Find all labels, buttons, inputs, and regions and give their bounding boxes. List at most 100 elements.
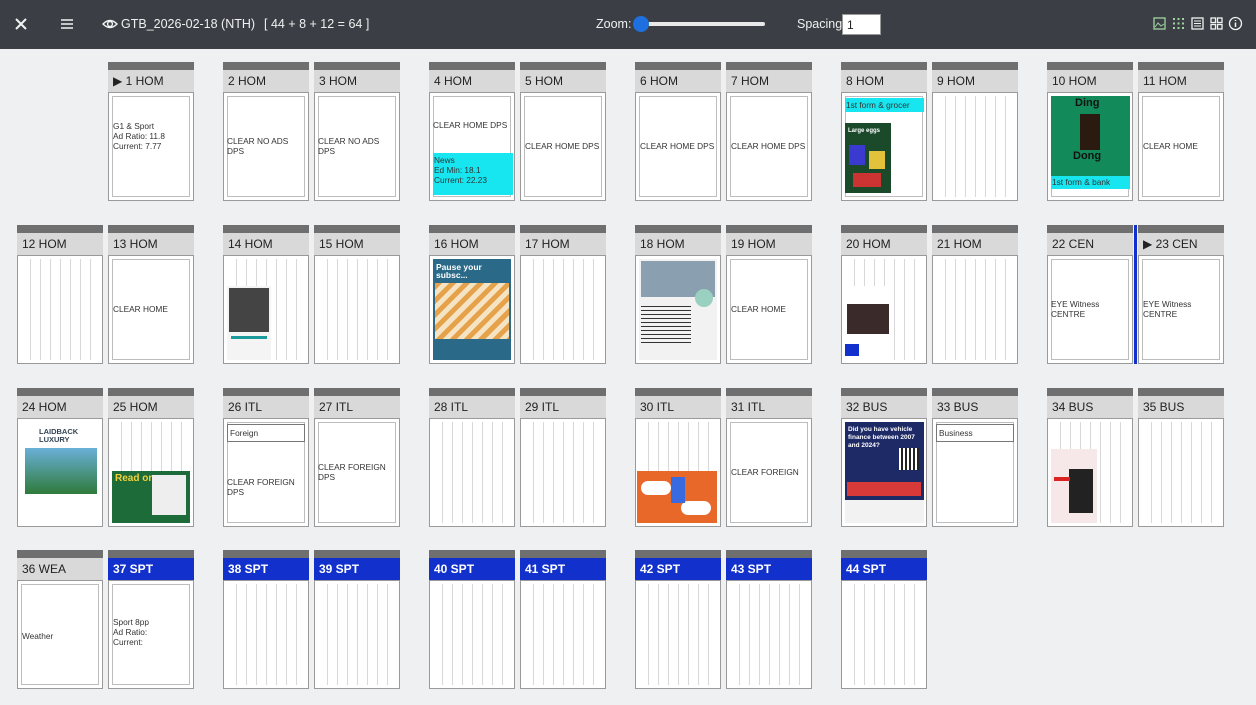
- page-thumbnail[interactable]: CLEAR FOREIGN: [726, 418, 812, 527]
- page-thumbnail[interactable]: Weather: [17, 580, 103, 689]
- page-label[interactable]: 4 HOM: [429, 70, 515, 92]
- page-cell[interactable]: 22 CEN EYE Witness CENTRE: [1047, 225, 1133, 364]
- page-label[interactable]: 14 HOM: [223, 233, 309, 255]
- page-thumbnail[interactable]: 1st form & grocer Large eggs: [841, 92, 927, 201]
- page-label[interactable]: 3 HOM: [314, 70, 400, 92]
- page-thumbnail[interactable]: [726, 580, 812, 689]
- ad-pause-subscription[interactable]: Pause your subsc......rint or whenever y…: [433, 259, 511, 360]
- page-thumbnail[interactable]: [932, 255, 1018, 364]
- zoom-slider-thumb[interactable]: [633, 16, 649, 32]
- page-thumbnail[interactable]: [17, 255, 103, 364]
- page-cell[interactable]: 2 HOM CLEAR NO ADS DPS: [223, 62, 309, 201]
- page-thumbnail[interactable]: CLEAR HOME DPS: [520, 92, 606, 201]
- page-cell[interactable]: 17 HOM: [520, 225, 606, 364]
- page-thumbnail[interactable]: [314, 255, 400, 364]
- page-thumbnail[interactable]: [520, 255, 606, 364]
- page-label[interactable]: 19 HOM: [726, 233, 812, 255]
- page-label[interactable]: 35 BUS: [1138, 396, 1224, 418]
- page-label[interactable]: 7 HOM: [726, 70, 812, 92]
- page-thumbnail[interactable]: Foreign CLEAR FOREIGN DPS: [223, 418, 309, 527]
- page-thumbnail[interactable]: Sport 8pp Ad Ratio: Current:: [108, 580, 194, 689]
- page-thumbnail[interactable]: [932, 92, 1018, 201]
- page-label[interactable]: 10 HOM: [1047, 70, 1133, 92]
- page-thumbnail[interactable]: [223, 580, 309, 689]
- page-label[interactable]: 26 ITL: [223, 396, 309, 418]
- page-label[interactable]: 8 HOM: [841, 70, 927, 92]
- page-cell[interactable]: 35 BUS: [1138, 388, 1224, 527]
- page-thumbnail[interactable]: Read on: [108, 418, 194, 527]
- page-cell[interactable]: 21 HOM: [932, 225, 1018, 364]
- page-label[interactable]: 15 HOM: [314, 233, 400, 255]
- page-cell[interactable]: 15 HOM: [314, 225, 400, 364]
- page-cell[interactable]: 11 HOM CLEAR HOME: [1138, 62, 1224, 201]
- ad-vehicle-finance[interactable]: Did you have vehicle finance between 200…: [845, 422, 924, 523]
- page-thumbnail[interactable]: EYE Witness CENTRE: [1138, 255, 1224, 364]
- page-label[interactable]: 24 HOM: [17, 396, 103, 418]
- page-cell[interactable]: 36 WEA Weather: [17, 550, 103, 689]
- page-label[interactable]: 37 SPT: [108, 558, 194, 580]
- page-thumbnail[interactable]: [1138, 418, 1224, 527]
- eye-icon[interactable]: [102, 17, 118, 31]
- page-thumbnail[interactable]: CLEAR HOME DPS: [726, 92, 812, 201]
- page-label[interactable]: 36 WEA: [17, 558, 103, 580]
- ad-laidback-luxury[interactable]: LAIDBACK LUXURY: [21, 422, 100, 523]
- page-label[interactable]: 22 CEN: [1047, 233, 1133, 255]
- page-label[interactable]: 44 SPT: [841, 558, 927, 580]
- page-cell[interactable]: 19 HOM CLEAR HOME: [726, 225, 812, 364]
- grid-dots-icon[interactable]: [1171, 16, 1186, 31]
- page-thumbnail[interactable]: [314, 580, 400, 689]
- page-label[interactable]: 17 HOM: [520, 233, 606, 255]
- page-cell[interactable]: 32 BUS Did you have vehicle finance betwe…: [841, 388, 927, 527]
- page-cell[interactable]: 24 HOM LAIDBACK LUXURY: [17, 388, 103, 527]
- page-thumbnail[interactable]: CLEAR HOME DPS News Ed Min: 18.1 Current:…: [429, 92, 515, 201]
- page-thumbnail[interactable]: [223, 255, 309, 364]
- ad-poster[interactable]: [1051, 449, 1097, 523]
- page-thumbnail[interactable]: CLEAR HOME: [726, 255, 812, 364]
- page-thumbnail[interactable]: G1 & Sport Ad Ratio: 11.8 Current: 7.77: [108, 92, 194, 201]
- page-thumbnail[interactable]: Pause your subsc......rint or whenever y…: [429, 255, 515, 364]
- page-cell[interactable]: 9 HOM: [932, 62, 1018, 201]
- page-label[interactable]: 43 SPT: [726, 558, 812, 580]
- page-label[interactable]: ▶ 1 HOM: [108, 70, 194, 92]
- ad-grocer[interactable]: Large eggs: [845, 123, 891, 193]
- page-thumbnail[interactable]: [429, 418, 515, 527]
- page-thumbnail[interactable]: CLEAR HOME: [1138, 92, 1224, 201]
- page-thumbnail[interactable]: [1047, 418, 1133, 527]
- page-thumbnail[interactable]: Did you have vehicle finance between 200…: [841, 418, 927, 527]
- page-thumbnail[interactable]: CLEAR HOME: [108, 255, 194, 364]
- page-cell[interactable]: 10 HOM 1st form & bank Ding Dong: [1047, 62, 1133, 201]
- page-cell[interactable]: 34 BUS: [1047, 388, 1133, 527]
- page-label[interactable]: 31 ITL: [726, 396, 812, 418]
- tile-view-icon[interactable]: [1209, 16, 1224, 31]
- page-cell[interactable]: 14 HOM: [223, 225, 309, 364]
- page-cell[interactable]: ▶ 23 CEN EYE Witness CENTRE: [1138, 225, 1224, 364]
- ad-read-on[interactable]: Read on: [112, 471, 190, 523]
- page-label[interactable]: 5 HOM: [520, 70, 606, 92]
- page-label[interactable]: 40 SPT: [429, 558, 515, 580]
- page-label[interactable]: 30 ITL: [635, 396, 721, 418]
- page-thumbnail[interactable]: LAIDBACK LUXURY: [17, 418, 103, 527]
- page-cell[interactable]: 30 ITL: [635, 388, 721, 527]
- ad-notice[interactable]: [227, 286, 271, 360]
- page-cell[interactable]: 43 SPT: [726, 550, 812, 689]
- page-thumbnail[interactable]: CLEAR HOME DPS: [635, 92, 721, 201]
- page-thumbnail[interactable]: CLEAR NO ADS DPS: [223, 92, 309, 201]
- page-label[interactable]: 42 SPT: [635, 558, 721, 580]
- page-thumbnail[interactable]: [520, 418, 606, 527]
- page-label[interactable]: 41 SPT: [520, 558, 606, 580]
- page-label[interactable]: 18 HOM: [635, 233, 721, 255]
- page-label[interactable]: 38 SPT: [223, 558, 309, 580]
- page-cell[interactable]: 42 SPT: [635, 550, 721, 689]
- page-label[interactable]: 16 HOM: [429, 233, 515, 255]
- ad-portrait[interactable]: [845, 286, 891, 360]
- zoom-slider[interactable]: [633, 16, 767, 32]
- page-cell[interactable]: 38 SPT: [223, 550, 309, 689]
- page-label[interactable]: 34 BUS: [1047, 396, 1133, 418]
- page-label[interactable]: 6 HOM: [635, 70, 721, 92]
- page-thumbnail[interactable]: CLEAR FOREIGN DPS: [314, 418, 400, 527]
- page-label[interactable]: 39 SPT: [314, 558, 400, 580]
- page-label[interactable]: 20 HOM: [841, 233, 927, 255]
- page-thumbnail[interactable]: [429, 580, 515, 689]
- list-view-icon[interactable]: [1190, 16, 1205, 31]
- page-thumbnail[interactable]: 1st form & bank Ding Dong: [1047, 92, 1133, 201]
